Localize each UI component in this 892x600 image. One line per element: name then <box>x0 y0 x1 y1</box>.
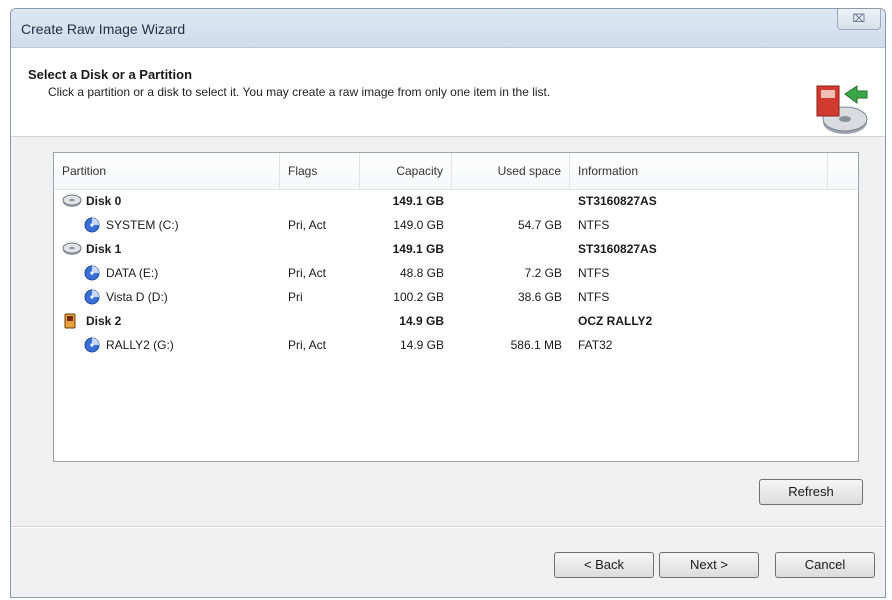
partition-icon <box>84 289 100 305</box>
disk-image-wizard-icon <box>816 85 868 134</box>
row-capacity: 14.9 GB <box>399 314 444 328</box>
row-capacity: 149.1 GB <box>392 194 444 208</box>
back-button[interactable]: < Back <box>554 552 654 578</box>
close-button[interactable]: ⌧ <box>837 9 881 30</box>
list-item-partition-vista-d[interactable]: Vista D (D:) Pri 100.2 GB 38.6 GB NTFS <box>54 285 858 309</box>
row-used-space: 38.6 GB <box>517 290 562 304</box>
row-name: Disk 2 <box>86 314 122 328</box>
hard-disk-icon <box>62 242 82 255</box>
row-capacity: 149.0 GB <box>393 218 444 232</box>
list-item-disk-2[interactable]: Disk 2 14.9 GB OCZ RALLY2 <box>54 309 858 333</box>
row-flags: Pri, Act <box>288 266 327 280</box>
row-name: DATA (E:) <box>106 266 159 280</box>
row-information: NTFS <box>578 266 610 280</box>
row-information: FAT32 <box>578 338 613 352</box>
row-flags: Pri, Act <box>288 338 327 352</box>
list-item-disk-0[interactable]: Disk 0 149.1 GB ST3160827AS <box>54 189 858 213</box>
partition-icon <box>84 217 100 233</box>
cancel-button[interactable]: Cancel <box>775 552 875 578</box>
column-header-used-space[interactable]: Used space <box>452 153 570 189</box>
column-header-partition[interactable]: Partition <box>54 153 280 189</box>
refresh-button[interactable]: Refresh <box>759 479 863 505</box>
row-information: NTFS <box>578 218 610 232</box>
wizard-header: Select a Disk or a Partition Click a par… <box>11 48 885 137</box>
title-bar[interactable]: Create Raw Image Wizard ⌧ <box>11 9 885 48</box>
list-header: Partition Flags Capacity Used space Info… <box>54 153 858 190</box>
disk-partition-list[interactable]: Partition Flags Capacity Used space Info… <box>53 152 859 462</box>
row-used-space: 586.1 MB <box>510 338 562 352</box>
next-button[interactable]: Next > <box>659 552 759 578</box>
partition-icon <box>84 265 100 281</box>
column-header-flags[interactable]: Flags <box>280 153 360 189</box>
list-item-partition-data[interactable]: DATA (E:) Pri, Act 48.8 GB 7.2 GB NTFS <box>54 261 858 285</box>
column-header-information[interactable]: Information <box>570 153 828 189</box>
row-name: Vista D (D:) <box>106 290 168 304</box>
row-information: ST3160827AS <box>578 242 657 256</box>
row-used-space: 54.7 GB <box>517 218 562 232</box>
row-capacity: 100.2 GB <box>393 290 444 304</box>
list-item-disk-1[interactable]: Disk 1 149.1 GB ST3160827AS <box>54 237 858 261</box>
wizard-window: Create Raw Image Wizard ⌧ Select a Disk … <box>10 8 886 598</box>
column-header-capacity[interactable]: Capacity <box>360 153 452 189</box>
usb-drive-icon <box>64 313 76 329</box>
hard-disk-icon <box>62 194 82 207</box>
row-flags: Pri, Act <box>288 218 327 232</box>
row-flags: Pri <box>288 290 303 304</box>
footer-divider <box>11 526 885 528</box>
row-name: RALLY2 (G:) <box>106 338 174 352</box>
column-header-filler <box>828 153 858 189</box>
list-item-partition-rally2[interactable]: RALLY2 (G:) Pri, Act 14.9 GB 586.1 MB FA… <box>54 333 858 357</box>
row-information: ST3160827AS <box>578 194 657 208</box>
row-information: OCZ RALLY2 <box>578 314 653 328</box>
row-name: Disk 1 <box>86 242 122 256</box>
row-capacity: 48.8 GB <box>399 266 444 280</box>
row-capacity: 14.9 GB <box>399 338 444 352</box>
list-item-partition-system[interactable]: SYSTEM (C:) Pri, Act 149.0 GB 54.7 GB NT… <box>54 213 858 237</box>
page-subtitle: Click a partition or a disk to select it… <box>48 85 551 99</box>
partition-icon <box>84 337 100 353</box>
row-name: SYSTEM (C:) <box>106 218 179 232</box>
window-title: Create Raw Image Wizard <box>21 21 186 37</box>
page-title: Select a Disk or a Partition <box>28 67 193 82</box>
row-name: Disk 0 <box>86 194 122 208</box>
row-used-space: 7.2 GB <box>524 266 562 280</box>
row-information: NTFS <box>578 290 610 304</box>
row-capacity: 149.1 GB <box>392 242 444 256</box>
